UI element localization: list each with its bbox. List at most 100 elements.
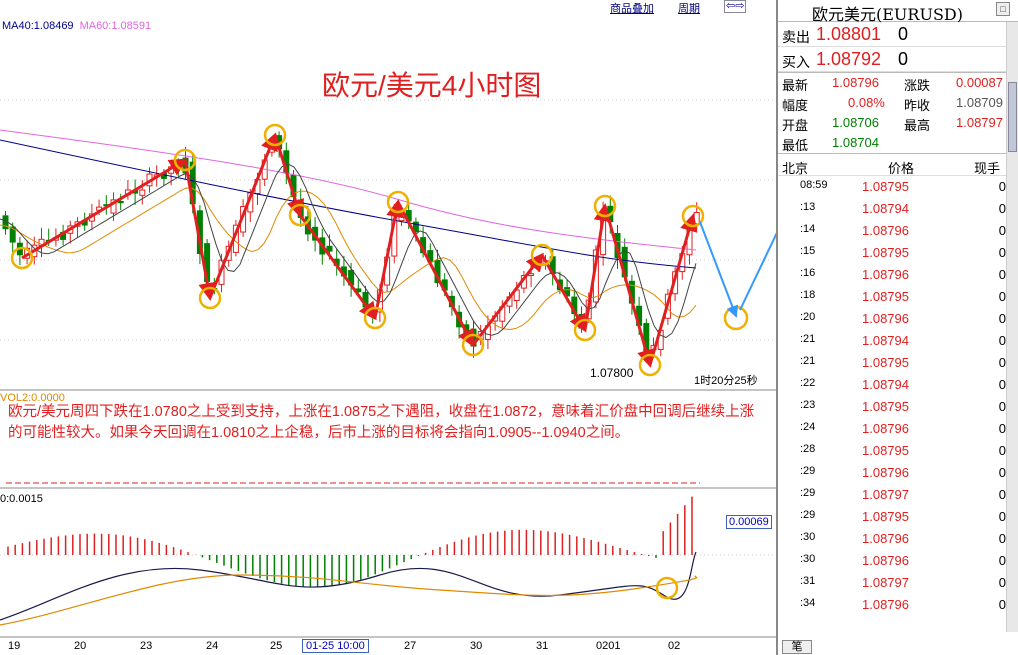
tick-price: 1.08795 <box>862 245 909 260</box>
tick-row: :20 1.08796 0 <box>778 308 1018 330</box>
tick-time: :16 <box>800 267 816 279</box>
tab-ticks[interactable]: 笔 <box>782 640 812 654</box>
tick-price: 1.08795 <box>862 443 909 458</box>
trend-arrow <box>471 252 544 346</box>
candle-body <box>139 189 146 196</box>
tick-volume: 0 <box>998 465 1006 480</box>
tick-time: :34 <box>800 597 816 609</box>
sell-price: 1.08801 <box>816 24 882 44</box>
high-value: 1.08797 <box>956 115 1003 130</box>
tick-volume: 0 <box>998 597 1006 612</box>
tick-volume: 0 <box>998 245 1006 260</box>
nav-arrows-button[interactable]: ⇦⇨ <box>724 0 747 13</box>
ma40-line <box>0 139 697 269</box>
tick-price: 1.08796 <box>862 553 909 568</box>
macd-dif-line <box>0 551 697 621</box>
date-tick: 19 <box>8 640 21 652</box>
tick-time: :29 <box>800 487 816 499</box>
ma40-label: MA40:1.08469 <box>2 20 74 32</box>
macd-panel <box>0 496 698 626</box>
tick-price: 1.08796 <box>862 223 909 238</box>
tick-time: :23 <box>800 399 816 411</box>
tick-row: :23 1.08795 0 <box>778 396 1018 418</box>
candle-body <box>117 200 124 204</box>
trend-arrow <box>583 203 612 331</box>
trend-arrow <box>396 201 475 348</box>
trend-arrow <box>21 158 188 260</box>
tick-volume: 0 <box>998 377 1006 392</box>
change-label: 涨跌 <box>904 78 931 93</box>
range-value: 0.08% <box>848 95 885 110</box>
tick-list[interactable]: 08:59 1.08795 0:13 1.08794 0:14 1.08796 0:15 1.… <box>778 176 1018 616</box>
tick-price: 1.08796 <box>862 465 909 480</box>
chart-title: 欧元/美元4小时图 <box>322 70 542 101</box>
low-value: 1.08704 <box>832 135 879 150</box>
forecast-arrow <box>699 221 739 318</box>
low-label: 最低 <box>782 138 809 153</box>
tick-row: :34 1.08796 0 <box>778 594 1018 616</box>
tick-volume: 0 <box>998 443 1006 458</box>
macd-cross-circle <box>655 576 679 600</box>
buy-label: 买入 <box>782 54 810 70</box>
tick-row: :21 1.08794 0 <box>778 330 1018 352</box>
buy-row[interactable]: 买入 1.08792 0 <box>778 47 1018 72</box>
tick-volume: 0 <box>998 179 1006 194</box>
sell-volume: 0 <box>898 24 909 44</box>
tick-price: 1.08796 <box>862 421 909 436</box>
tick-time: :15 <box>800 245 816 257</box>
quote-panel: 欧元美元(EURUSD) □ 卖出 1.08801 0 买入 1.08792 0… <box>776 0 1018 655</box>
tick-row: :30 1.08796 0 <box>778 528 1018 550</box>
overlay-link[interactable]: 商品叠加 <box>610 0 654 16</box>
tick-time: :30 <box>800 531 816 543</box>
date-tick: 25 <box>270 640 283 652</box>
quote-scrollbar[interactable] <box>1006 22 1018 632</box>
tick-row: :15 1.08795 0 <box>778 242 1018 264</box>
latest-value: 1.08796 <box>832 75 879 90</box>
tick-row: :30 1.08796 0 <box>778 550 1018 572</box>
open-label: 开盘 <box>782 118 809 133</box>
tick-time: :29 <box>800 509 816 521</box>
tick-price: 1.08796 <box>862 311 909 326</box>
panel-toggle-button[interactable]: □ <box>996 2 1010 16</box>
buy-volume: 0 <box>898 49 909 69</box>
date-axis: 19 20 23 24 25 27 30 31 0201 02 <box>0 638 776 655</box>
tick-time: :18 <box>800 289 816 301</box>
tick-row: :28 1.08795 0 <box>778 440 1018 462</box>
tick-volume: 0 <box>998 267 1006 282</box>
tick-time: :28 <box>800 443 816 455</box>
sell-row[interactable]: 卖出 1.08801 0 <box>778 22 1018 47</box>
date-tick: 30 <box>470 640 483 652</box>
tick-row: :29 1.08797 0 <box>778 484 1018 506</box>
tick-table-header: 北京 价格 现手 <box>778 154 1018 176</box>
macd-dea-line <box>0 574 698 626</box>
tick-row: :21 1.08795 0 <box>778 352 1018 374</box>
tick-row: :22 1.08794 0 <box>778 374 1018 396</box>
tick-volume: 0 <box>998 355 1006 370</box>
tick-volume: 0 <box>998 509 1006 524</box>
tick-volume: 0 <box>998 333 1006 348</box>
trend-arrow <box>603 205 655 368</box>
tick-row: :29 1.08795 0 <box>778 506 1018 528</box>
prev-close-value: 1.08709 <box>956 95 1003 110</box>
prev-close-label: 昨收 <box>904 98 931 113</box>
high-label: 最高 <box>904 118 931 133</box>
tick-volume: 0 <box>998 289 1006 304</box>
forecast-circle <box>723 305 749 331</box>
open-value: 1.08706 <box>832 115 879 130</box>
quote-header: 欧元美元(EURUSD) □ <box>778 0 1018 24</box>
tick-volume: 0 <box>998 311 1006 326</box>
tick-row: :29 1.08796 0 <box>778 462 1018 484</box>
latest-label: 最新 <box>782 78 809 93</box>
tick-price: 1.08795 <box>862 179 909 194</box>
tick-volume: 0 <box>998 487 1006 502</box>
tick-time: :22 <box>800 377 816 389</box>
scroll-thumb[interactable] <box>1008 82 1017 152</box>
tick-price: 1.08795 <box>862 355 909 370</box>
tick-price: 1.08796 <box>862 267 909 282</box>
tick-time: :14 <box>800 223 816 235</box>
date-tick: 31 <box>536 640 549 652</box>
period-link[interactable]: 周期 <box>678 0 700 16</box>
chart-area[interactable]: 商品叠加 周期 ⇦⇨ MA40:1.08469 MA60:1.08591 欧元/美… <box>0 0 776 655</box>
tick-volume: 0 <box>998 421 1006 436</box>
candle-body <box>326 245 333 252</box>
